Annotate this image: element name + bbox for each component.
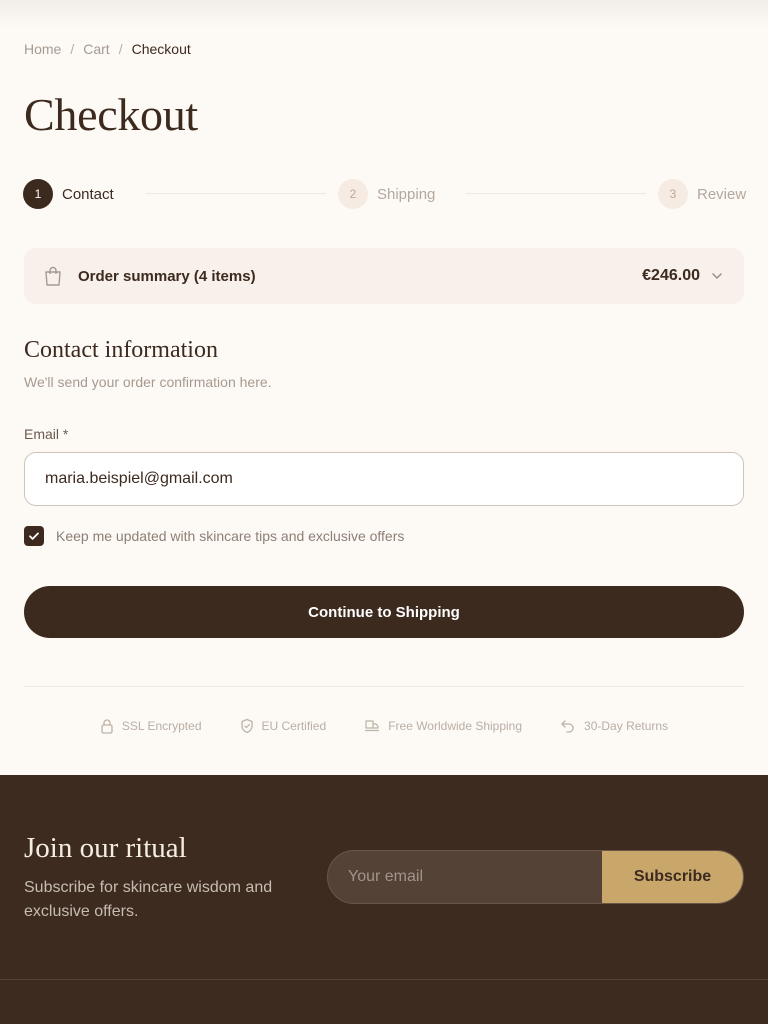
newsletter-opt-in[interactable]: Keep me updated with skincare tips and e…: [24, 526, 404, 546]
newsletter-form: Subscribe: [327, 850, 744, 904]
trust-badge-shipping: Free Worldwide Shipping: [364, 718, 522, 734]
step-label: Contact: [62, 185, 114, 203]
footer-newsletter: Join our ritual Subscribe for skincare w…: [0, 775, 768, 1024]
step-connector: [466, 193, 646, 194]
step-contact[interactable]: 1 Contact: [23, 178, 114, 210]
footer-divider: [0, 979, 768, 980]
step-number: 3: [658, 179, 688, 209]
shopping-bag-icon: [45, 266, 61, 286]
header-shadow: [0, 0, 768, 28]
step-number: 1: [23, 179, 53, 209]
trust-badge-eu: EU Certified: [240, 718, 327, 734]
step-label: Shipping: [377, 185, 436, 203]
trust-badge-label: EU Certified: [261, 719, 327, 733]
chevron-down-icon: [712, 273, 722, 279]
step-connector: [146, 193, 326, 194]
page-title: Checkout: [24, 89, 198, 140]
breadcrumb-separator: /: [70, 41, 75, 57]
trust-badge-label: 30-Day Returns: [584, 719, 669, 733]
shield-icon: [240, 718, 253, 734]
trust-badge-label: SSL Encrypted: [121, 719, 202, 733]
email-label: Email *: [24, 426, 69, 442]
newsletter-checkbox[interactable]: [24, 526, 44, 546]
newsletter-opt-in-label: Keep me updated with skincare tips and e…: [56, 528, 405, 544]
trust-badge-label: Free Worldwide Shipping: [388, 719, 523, 733]
step-number: 2: [338, 179, 368, 209]
lock-icon: [101, 719, 113, 734]
contact-section-title: Contact information: [24, 337, 218, 363]
footer-title: Join our ritual: [24, 832, 187, 864]
checkout-steps: 1 Contact 2 Shipping 3 Review: [23, 178, 746, 210]
return-arrow-icon: [561, 720, 574, 733]
order-summary-toggle[interactable]: Order summary (4 items) €246.00: [24, 248, 744, 304]
breadcrumb: Home / Cart / Checkout: [24, 41, 191, 57]
trust-badges: SSL Encrypted EU Certified Free Worldwid…: [0, 718, 768, 734]
checkmark-icon: [29, 532, 39, 540]
truck-icon: [365, 720, 380, 732]
divider: [24, 686, 744, 687]
step-review[interactable]: 3 Review: [658, 178, 746, 210]
subscribe-button[interactable]: Subscribe: [602, 851, 743, 903]
trust-badge-ssl: SSL Encrypted: [100, 718, 202, 734]
trust-badge-returns: 30-Day Returns: [560, 718, 668, 734]
breadcrumb-current: Checkout: [131, 41, 191, 57]
breadcrumb-cart-link[interactable]: Cart: [83, 41, 109, 57]
breadcrumb-home-link[interactable]: Home: [24, 41, 61, 57]
email-field[interactable]: [24, 452, 744, 506]
order-total: €246.00: [642, 267, 700, 284]
order-summary-label: Order summary (4 items): [78, 267, 256, 285]
contact-section-subtitle: We'll send your order confirmation here.: [24, 374, 272, 390]
continue-to-shipping-button[interactable]: Continue to Shipping: [24, 586, 744, 638]
footer-subtitle: Subscribe for skincare wisdom and exclus…: [24, 879, 273, 920]
step-label: Review: [697, 185, 747, 203]
newsletter-email-input[interactable]: [328, 851, 602, 903]
step-shipping[interactable]: 2 Shipping: [338, 178, 435, 210]
breadcrumb-separator: /: [118, 41, 123, 57]
